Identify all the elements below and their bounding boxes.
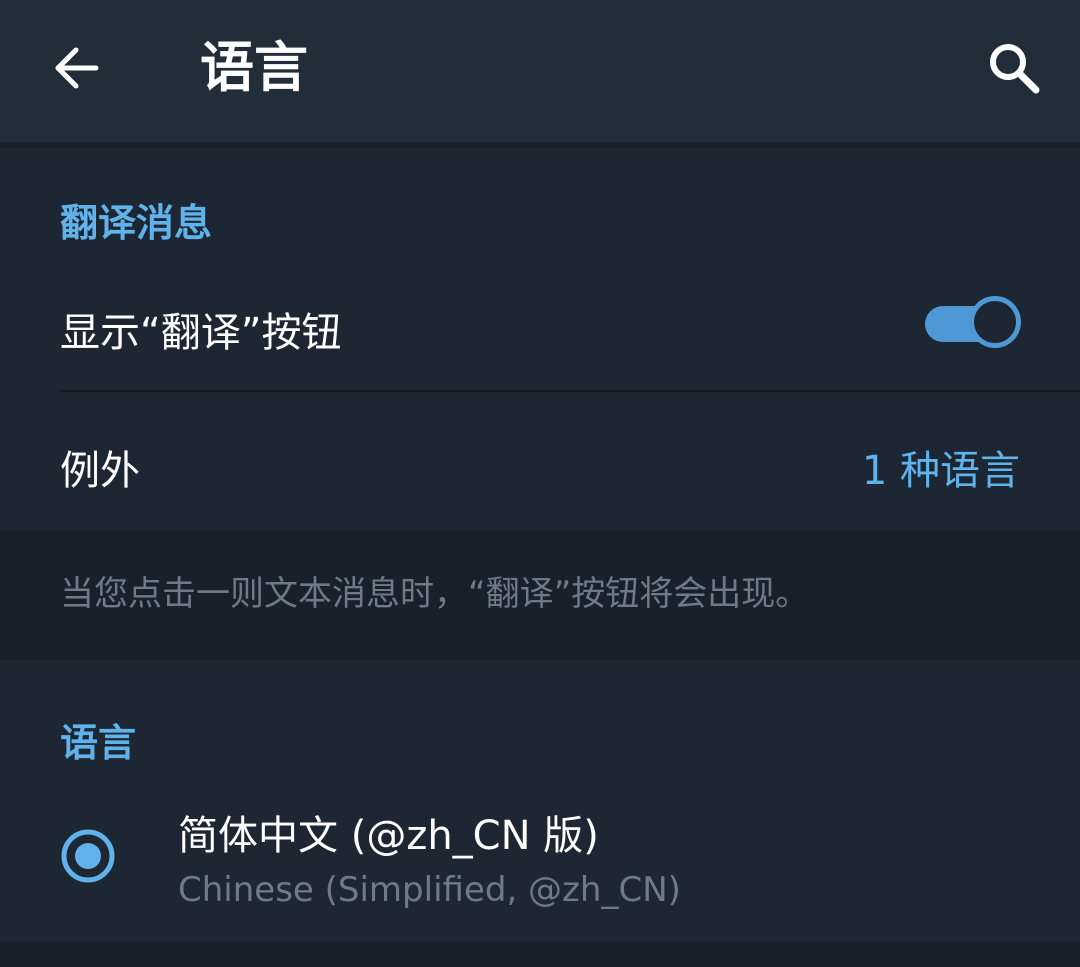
toggle-knob bbox=[969, 296, 1021, 348]
translate-hint-text: 当您点击一则文本消息时，“翻译”按钮将会出现。 bbox=[60, 574, 810, 614]
translate-section-header: 翻译消息 bbox=[60, 201, 213, 245]
top-app-bar: 语言 bbox=[0, 0, 1080, 142]
language-name: 简体中文 (@zh_CN 版) bbox=[178, 813, 599, 859]
search-icon bbox=[990, 44, 1040, 94]
arrow-left-icon bbox=[55, 47, 99, 89]
language-settings-screen: 语言 翻译消息 显示“翻译”按钮 例外 1 种语言 当您点击一则文本消息时，“翻… bbox=[0, 0, 1080, 967]
language-subtitle: Chinese (Simplified, @zh_CN) bbox=[178, 870, 681, 910]
show-translate-button-label: 显示“翻译”按钮 bbox=[60, 310, 342, 356]
exceptions-row[interactable]: 例外 1 种语言 bbox=[0, 392, 1080, 530]
page-title: 语言 bbox=[200, 36, 308, 99]
search-button[interactable] bbox=[984, 38, 1044, 98]
show-translate-button-toggle[interactable] bbox=[925, 296, 1021, 352]
exceptions-label: 例外 bbox=[60, 448, 140, 494]
translate-section: 翻译消息 显示“翻译”按钮 例外 1 种语言 bbox=[0, 148, 1080, 530]
language-section-header: 语言 bbox=[60, 721, 137, 765]
show-translate-button-row[interactable]: 显示“翻译”按钮 bbox=[0, 258, 1080, 390]
back-button[interactable] bbox=[50, 40, 106, 96]
radio-selected-icon bbox=[61, 829, 115, 883]
exceptions-count: 1 种语言 bbox=[861, 448, 1020, 494]
radio-button-selected[interactable] bbox=[60, 828, 116, 884]
